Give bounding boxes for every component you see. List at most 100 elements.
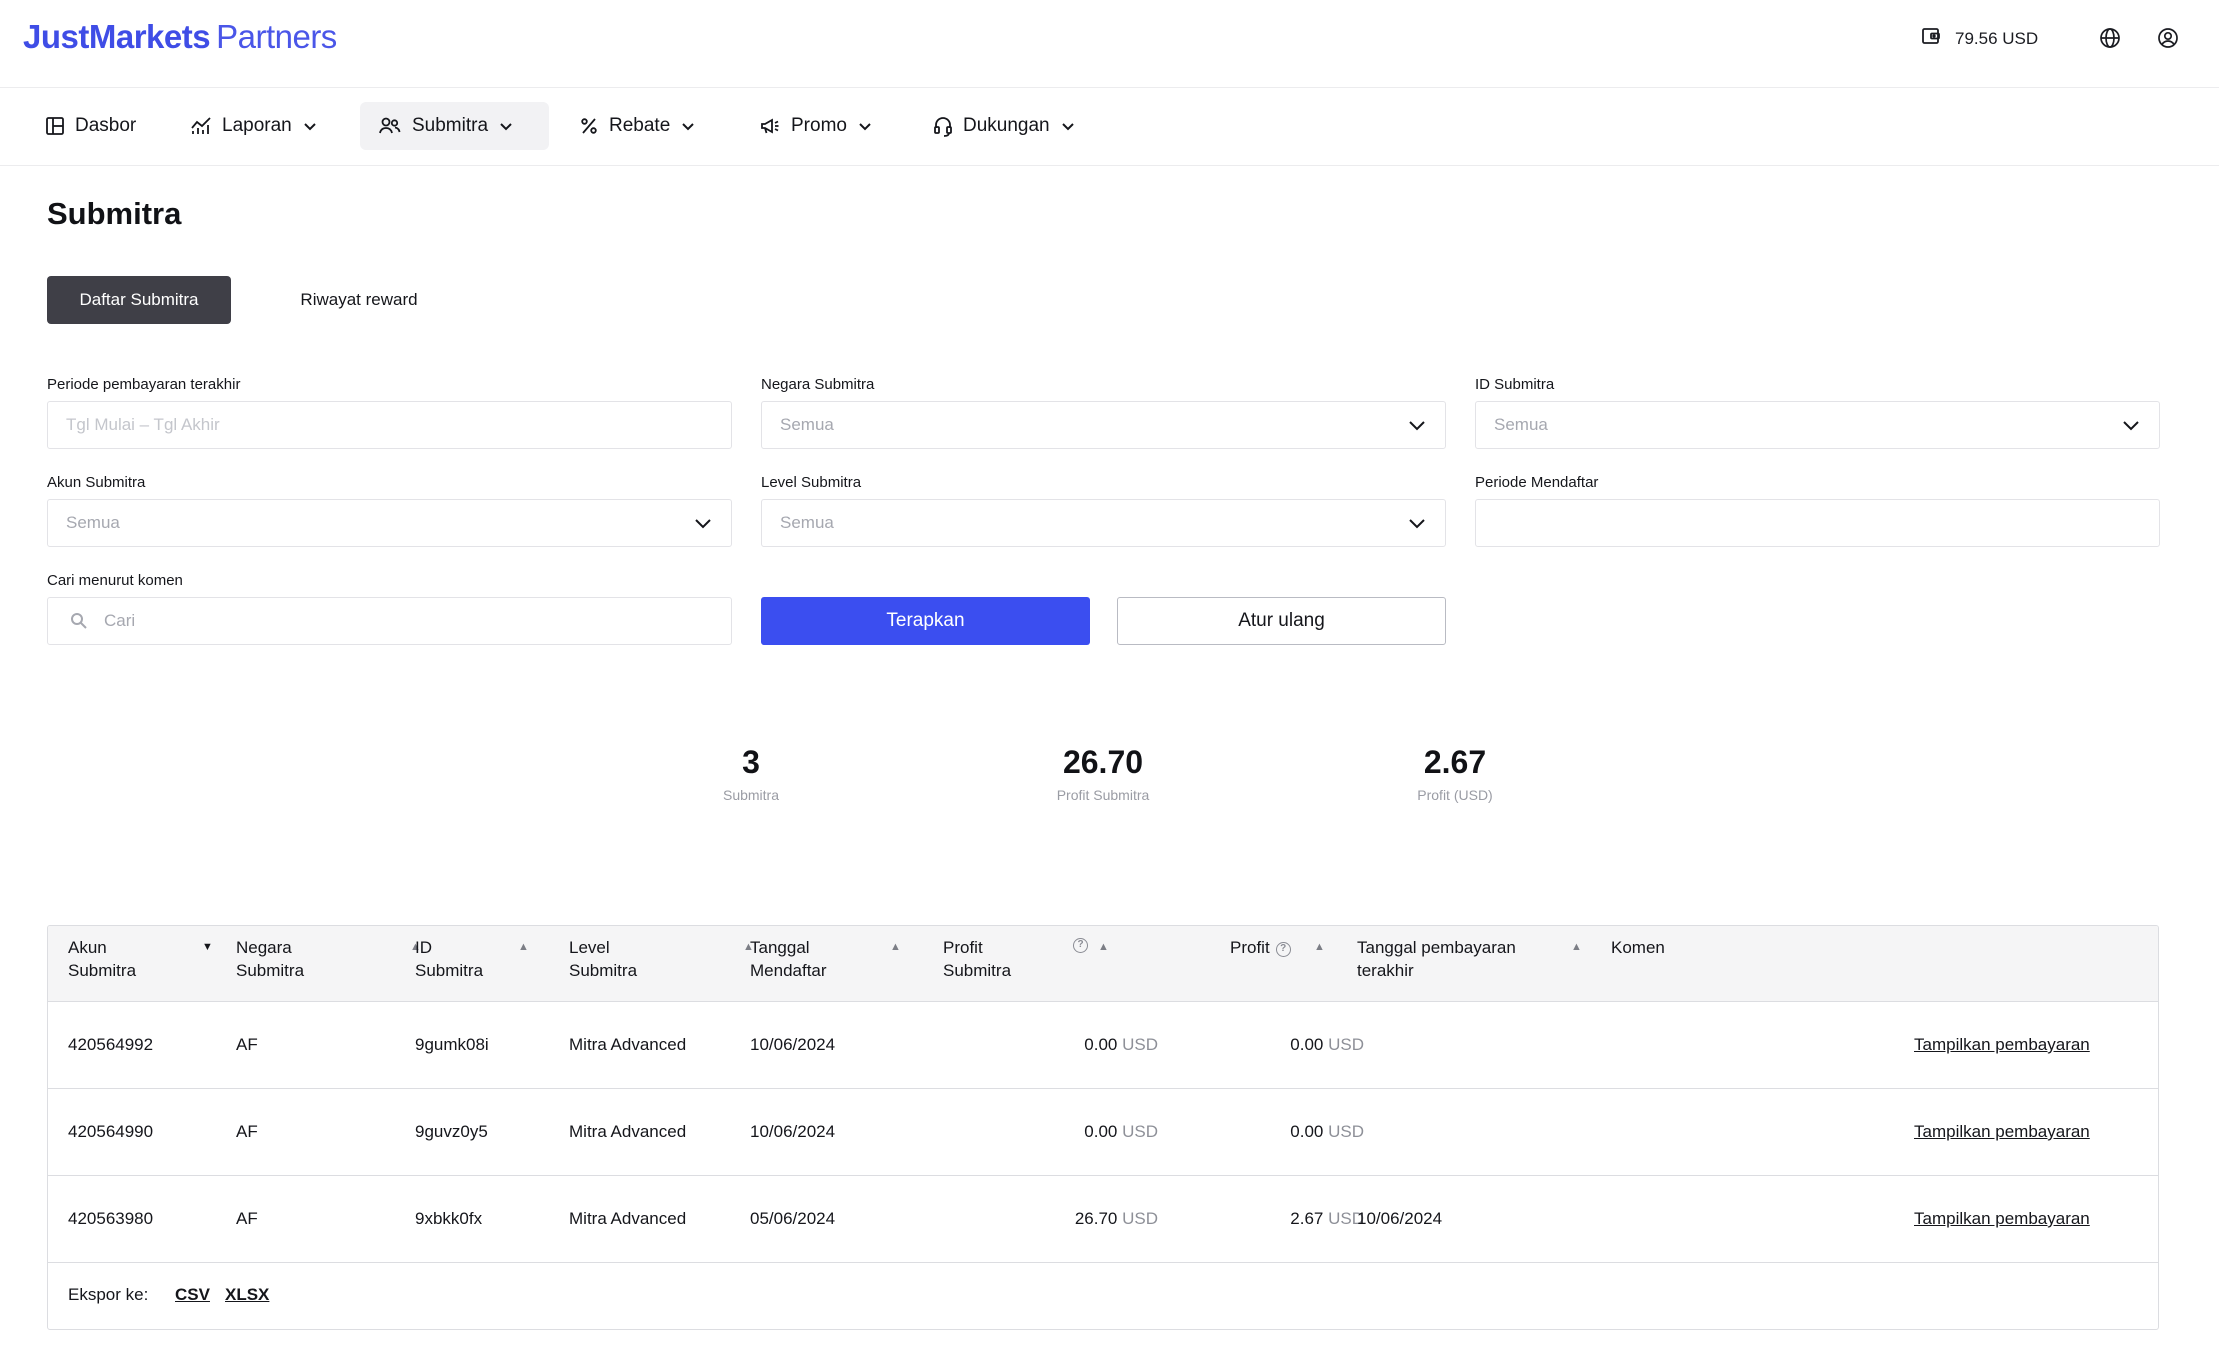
chevron-down-icon — [1409, 519, 1425, 529]
chart-icon — [191, 117, 211, 134]
amount: 0.00 — [1084, 1122, 1118, 1141]
column-header-account[interactable]: Akun Submitra ▼ — [68, 936, 218, 982]
chevron-down-icon — [695, 519, 711, 529]
nav-item-dukungan[interactable]: Dukungan — [921, 102, 1088, 150]
column-header-comment: Komen — [1611, 936, 1665, 959]
filter-label-country: Negara Submitra — [761, 376, 875, 393]
column-header-reg-date[interactable]: Tanggal Mendaftar ▲ — [750, 936, 910, 982]
cell-last-payment: 10/06/2024 — [1357, 1209, 1443, 1228]
cell-sub-profit: 26.70 USD — [998, 1209, 1158, 1229]
show-payments-link[interactable]: Tampilkan pembayaran — [1914, 1035, 2090, 1055]
sort-asc-icon: ▲ — [890, 941, 901, 953]
filter-label-comment-search: Cari menurut komen — [47, 572, 183, 589]
nav-item-promo[interactable]: Promo — [747, 102, 885, 150]
stat-submitra-count: 3 Submitra — [631, 744, 871, 803]
cell-reg-date: 05/06/2024 — [750, 1209, 836, 1228]
header-line: Level — [569, 938, 610, 957]
filter-label-register-period: Periode Mendaftar — [1475, 474, 1599, 491]
filter-label-account: Akun Submitra — [47, 474, 146, 491]
cell-reg-date: 10/06/2024 — [750, 1122, 836, 1141]
country-select[interactable]: Semua — [761, 401, 1446, 449]
cell-id: 9guvz0y5 — [415, 1122, 488, 1141]
nav-item-laporan[interactable]: Laporan — [178, 102, 330, 150]
account-select-value: Semua — [66, 513, 120, 532]
stat-profit-usd: 2.67 Profit (USD) — [1335, 744, 1575, 803]
sort-asc-icon: ▲ — [1098, 941, 1109, 953]
export-xlsx-link[interactable]: XLSX — [225, 1285, 269, 1305]
header-line: Tanggal pembayaran — [1357, 938, 1516, 957]
help-icon[interactable]: ? — [1275, 942, 1291, 957]
export-footer: Ekspor ke: CSV XLSX — [48, 1263, 2158, 1329]
filter-label-level: Level Submitra — [761, 474, 862, 491]
apply-button[interactable]: Terapkan — [761, 597, 1090, 645]
account-select[interactable]: Semua — [47, 499, 732, 547]
nav-label: Laporan — [222, 115, 292, 136]
stat-label: Submitra — [722, 787, 780, 803]
stat-value: 26.70 — [1062, 744, 1144, 780]
header-line: terakhir — [1357, 961, 1414, 980]
logo[interactable]: JustMarkets Partners — [23, 18, 337, 56]
currency: USD — [1122, 1122, 1158, 1141]
nav-item-dasbor[interactable]: Dasbor — [33, 102, 148, 150]
register-period-input[interactable] — [1475, 499, 2160, 547]
header-line: Profit — [1230, 938, 1270, 957]
balance-indicator[interactable]: 79.56 USD — [1921, 26, 2038, 51]
header-line: Komen — [1611, 938, 1665, 957]
column-header-profit[interactable]: Profit? ▲ — [1230, 936, 1350, 959]
search-icon — [71, 613, 87, 629]
nav-item-submitra[interactable]: Submitra — [360, 102, 549, 150]
header-line: Mendaftar — [750, 961, 827, 980]
amount: 0.00 — [1290, 1122, 1324, 1141]
last-payment-date-range-input[interactable]: Tgl Mulai – Tgl Akhir — [47, 401, 732, 449]
cell-profit: 0.00 USD — [1204, 1122, 1364, 1142]
headset-icon — [934, 117, 952, 137]
amount: 0.00 — [1084, 1035, 1118, 1054]
cell-sub-profit: 0.00 USD — [998, 1122, 1158, 1142]
filter-label-id: ID Submitra — [1475, 376, 1555, 393]
dashboard-icon — [46, 117, 64, 135]
nav-label: Promo — [791, 115, 847, 136]
stat-label: Profit (USD) — [1417, 787, 1493, 803]
tab-riwayat-reward[interactable]: Riwayat reward — [274, 276, 444, 324]
tab-daftar-submitra[interactable]: Daftar Submitra — [47, 276, 231, 324]
chevron-down-icon — [304, 123, 316, 131]
column-header-sub-profit[interactable]: Profit Submitra ? ▲ — [943, 936, 1123, 982]
chevron-down-icon — [682, 123, 694, 131]
currency: USD — [1328, 1035, 1364, 1054]
globe-icon[interactable] — [2099, 27, 2121, 54]
comment-search-input[interactable]: Cari — [47, 597, 732, 645]
percent-icon — [581, 118, 597, 134]
column-header-level[interactable]: Level Submitra ▲ — [569, 936, 754, 982]
nav-label: Rebate — [609, 115, 671, 136]
cell-country: AF — [236, 1209, 258, 1228]
currency: USD — [1122, 1209, 1158, 1228]
table-row: 420564990 AF 9guvz0y5 Mitra Advanced 10/… — [48, 1089, 2158, 1176]
column-header-country[interactable]: Negara Submitra ▲ — [236, 936, 421, 982]
help-icon[interactable]: ? — [1073, 938, 1088, 953]
cell-profit: 0.00 USD — [1204, 1035, 1364, 1055]
chevron-down-icon — [1409, 421, 1425, 431]
cell-account: 420563980 — [68, 1209, 154, 1228]
level-select-value: Semua — [780, 513, 834, 532]
cell-country: AF — [236, 1035, 258, 1054]
amount: 2.67 — [1290, 1209, 1324, 1228]
cell-account: 420564992 — [68, 1035, 154, 1054]
show-payments-link[interactable]: Tampilkan pembayaran — [1914, 1209, 2090, 1229]
chevron-down-icon — [1061, 123, 1074, 131]
chevron-down-icon — [500, 123, 512, 131]
comment-search-placeholder: Cari — [104, 611, 136, 630]
column-header-id[interactable]: ID Submitra ▲ — [415, 936, 545, 982]
header-line: Submitra — [943, 961, 1012, 980]
cell-id: 9xbkk0fx — [415, 1209, 483, 1228]
nav-item-rebate[interactable]: Rebate — [567, 102, 708, 150]
column-header-last-payment[interactable]: Tanggal pembayaran terakhir ▲ — [1357, 936, 1587, 982]
show-payments-link[interactable]: Tampilkan pembayaran — [1914, 1122, 2090, 1142]
export-csv-link[interactable]: CSV — [175, 1285, 210, 1305]
level-select[interactable]: Semua — [761, 499, 1446, 547]
reset-button[interactable]: Atur ulang — [1117, 597, 1446, 645]
id-select[interactable]: Semua — [1475, 401, 2160, 449]
amount: 0.00 — [1290, 1035, 1324, 1054]
user-account-icon[interactable] — [2157, 27, 2179, 54]
table-header: Akun Submitra ▼ Negara Submitra ▲ ID Sub… — [48, 926, 2158, 1002]
logo-brand: JustMarkets — [23, 18, 211, 55]
